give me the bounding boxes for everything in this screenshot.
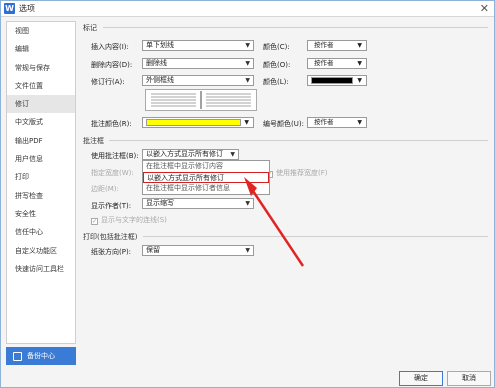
delete-style-value: 删除线 [146, 59, 167, 67]
color-swatch [146, 119, 241, 126]
sidebar-item[interactable]: 文件位置 [7, 77, 75, 95]
chevron-down-icon: ▼ [245, 77, 250, 84]
dropdown-option[interactable]: 在批注框中显示修订者信息 [143, 183, 269, 194]
sidebar-item[interactable]: 信任中心 [7, 223, 75, 241]
sidebar-item[interactable]: 常规与保存 [7, 59, 75, 77]
options-dialog: W 选项 ✕ 视图 编辑 常规与保存 文件位置 修订 中文版式 输出PDF 用户信息 打印 拼写检… [0, 0, 495, 388]
sidebar-item[interactable]: 中文版式 [7, 113, 75, 131]
group-divider [109, 140, 488, 141]
balloons-group-label: 批注框 [83, 137, 104, 145]
sidebar-item[interactable]: 用户信息 [7, 150, 75, 168]
insert-label: 插入内容(I): [91, 43, 129, 51]
revline-style-select[interactable]: 外侧框线 ▼ [142, 75, 254, 86]
sidebar-item[interactable]: 自定义功能区 [7, 242, 75, 260]
delete-color-label: 颜色(O): [263, 61, 291, 69]
group-divider [143, 236, 488, 237]
close-icon[interactable]: ✕ [480, 3, 489, 14]
backup-center-button[interactable]: 备份中心 [6, 347, 76, 365]
chevron-down-icon: ▼ [245, 60, 250, 67]
wps-logo-icon: W [4, 3, 15, 14]
insert-color-select[interactable]: 按作者 ▼ [307, 40, 367, 51]
delete-color-select[interactable]: 按作者 ▼ [307, 58, 367, 69]
sidebar-item[interactable]: 拼写检查 [7, 187, 75, 205]
chevron-down-icon: ▼ [245, 247, 250, 254]
number-color-label: 编号颜色(U): [263, 120, 304, 128]
number-color-value: 按作者 [314, 118, 334, 126]
delete-style-select[interactable]: 删除线 ▼ [142, 58, 254, 69]
revline-label: 修订行(A): [91, 78, 125, 86]
revline-color-label: 颜色(L): [263, 78, 289, 86]
sidebar-item[interactable]: 修订 [7, 95, 75, 114]
color-swatch [311, 77, 353, 84]
dropdown-option[interactable]: 以嵌入方式显示所有修订 [143, 172, 269, 183]
sidebar-item[interactable]: 快速访问工具栏 [7, 260, 75, 278]
use-balloons-label: 使用批注框(B): [91, 152, 139, 160]
print-group-label: 打印(包括批注框) [83, 233, 138, 241]
preview-lines [151, 91, 251, 109]
width-label: 指定宽度(W): [91, 169, 134, 177]
orientation-label: 纸张方向(P): [91, 248, 132, 256]
revline-style-value: 外侧框线 [146, 76, 174, 84]
markup-group-label: 标记 [83, 24, 97, 32]
dialog-title: 选项 [19, 4, 35, 13]
sidebar-item[interactable]: 视图 [7, 22, 75, 40]
chevron-down-icon: ▼ [357, 77, 362, 84]
chevron-down-icon: ▼ [357, 42, 362, 49]
delete-color-value: 按作者 [314, 59, 334, 67]
comment-color-label: 批注颜色(R): [91, 120, 132, 128]
sidebar-item[interactable]: 打印 [7, 168, 75, 186]
revline-color-select[interactable]: ▼ [307, 75, 367, 86]
recommended-width-label: 使用推荐宽度(F) [276, 169, 328, 177]
markup-preview [145, 89, 257, 111]
author-value: 显示缩写 [146, 199, 174, 207]
use-balloons-select[interactable]: 以嵌入方式显示所有修订 ▼ [142, 149, 239, 160]
show-lines-label: 显示与文字的连线(S) [101, 216, 167, 224]
chevron-down-icon: ▼ [245, 200, 250, 207]
chevron-down-icon: ▼ [244, 119, 249, 126]
show-lines-checkbox[interactable]: ✓ 显示与文字的连线(S) [91, 215, 167, 225]
ok-button[interactable]: 确定 [399, 371, 443, 386]
sidebar-item[interactable]: 安全性 [7, 205, 75, 223]
title-bar: W 选项 ✕ [1, 1, 494, 17]
revision-settings-panel: 标记 插入内容(I): 单下划线 ▼ 颜色(C): 按作者 ▼ 删除内容(D): 删… [81, 21, 490, 344]
backup-icon [13, 351, 22, 361]
author-select[interactable]: 显示缩写 ▼ [142, 198, 254, 209]
cancel-button[interactable]: 取消 [447, 371, 491, 386]
recommended-width-checkbox[interactable]: ✓使用推荐宽度(F) [266, 168, 328, 178]
sidebar-item[interactable]: 输出PDF [7, 132, 75, 150]
insert-style-value: 单下划线 [146, 41, 174, 49]
backup-center-label: 备份中心 [27, 352, 55, 360]
number-color-select[interactable]: 按作者 ▼ [307, 117, 367, 128]
chevron-down-icon: ▼ [245, 42, 250, 49]
margin-label: 边距(M): [91, 185, 119, 193]
use-balloons-value: 以嵌入方式显示所有修订 [146, 150, 223, 158]
use-balloons-dropdown-list: 在批注框中显示修订内容 以嵌入方式显示所有修订 在批注框中显示修订者信息 [142, 160, 270, 195]
checkmark-icon: ✓ [91, 218, 98, 225]
group-divider [103, 27, 488, 28]
sidebar-item[interactable]: 编辑 [7, 40, 75, 58]
chevron-down-icon: ▼ [230, 151, 235, 158]
dropdown-option[interactable]: 在批注框中显示修订内容 [143, 161, 269, 172]
insert-color-value: 按作者 [314, 41, 334, 49]
insert-style-select[interactable]: 单下划线 ▼ [142, 40, 254, 51]
author-label: 显示作者(T): [91, 202, 132, 210]
delete-label: 删除内容(D): [91, 61, 133, 69]
chevron-down-icon: ▼ [357, 60, 362, 67]
chevron-down-icon: ▼ [357, 119, 362, 126]
orientation-select[interactable]: 保留 ▼ [142, 245, 254, 256]
orientation-value: 保留 [146, 246, 160, 254]
options-sidebar: 视图 编辑 常规与保存 文件位置 修订 中文版式 输出PDF 用户信息 打印 拼写检查 安全性 信任中… [6, 21, 76, 344]
comment-color-select[interactable]: ▼ [142, 117, 254, 128]
insert-color-label: 颜色(C): [263, 43, 290, 51]
